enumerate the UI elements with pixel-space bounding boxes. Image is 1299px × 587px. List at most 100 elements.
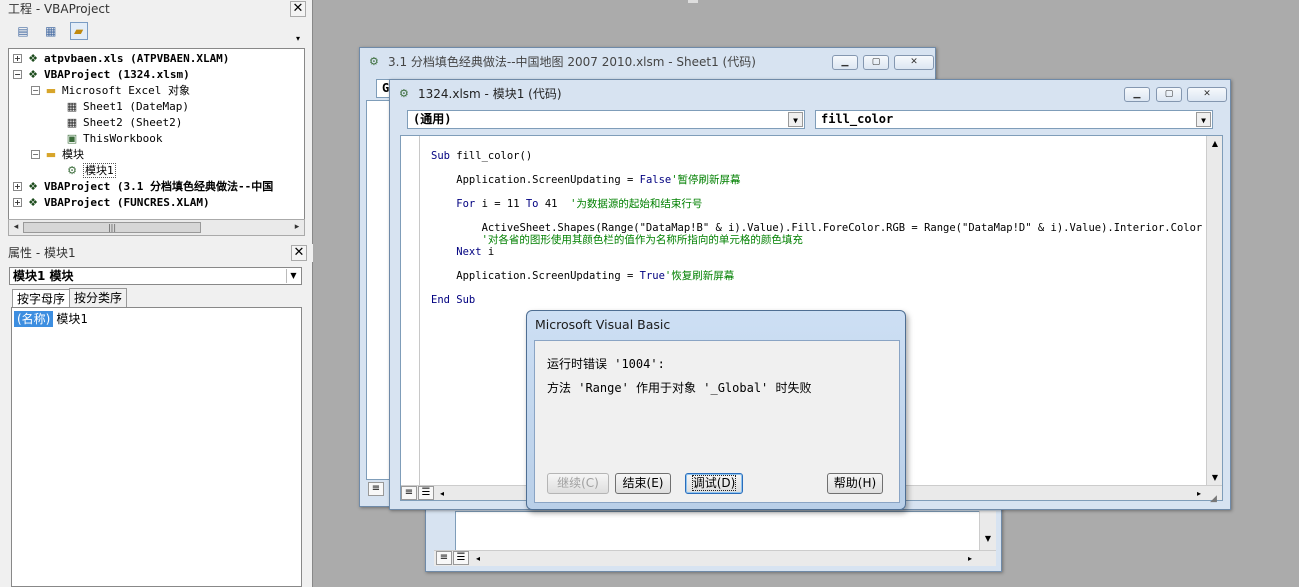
error-message-text: 方法 'Range' 作用于对象 '_Global' 时失败 — [547, 381, 812, 395]
tab-categorized[interactable]: 按分类序 — [69, 288, 128, 308]
lower-vscrollbar[interactable]: ▼ — [979, 511, 996, 551]
vba-project-icon: ❖ — [28, 196, 38, 209]
collapse-icon[interactable]: − — [31, 150, 40, 159]
full-module-view-icon[interactable]: ☰ — [418, 486, 434, 500]
code-line[interactable]: Application.ScreenUpdating = True'恢复刷新屏幕 — [431, 270, 734, 282]
scroll-left-icon[interactable]: ◂ — [434, 486, 450, 500]
scroll-right-icon[interactable]: ▸ — [1191, 486, 1207, 500]
scroll-right-icon[interactable]: ▸ — [290, 220, 304, 235]
sheet-icon: ▦ — [66, 100, 78, 113]
debug-button[interactable]: 调试(D) — [685, 473, 743, 494]
procedure-combo[interactable]: fill_color ▼ — [815, 110, 1213, 129]
tree-node-excel-objects[interactable]: − ▬ Microsoft Excel 对象 — [31, 83, 190, 99]
lower-code-area[interactable] — [455, 511, 995, 551]
property-value[interactable]: 模块1 — [53, 311, 87, 327]
properties-object-select[interactable]: 模块1 模块 ▼ — [9, 267, 302, 285]
properties-grid: (名称) 模块1 — [11, 307, 302, 587]
properties-tabs: 按字母序 按分类序 — [12, 288, 128, 309]
procedure-view-icon[interactable]: ≡ — [368, 482, 384, 496]
procedure-view-icon[interactable]: ≡ — [436, 551, 452, 565]
close-button[interactable]: ✕ — [1187, 87, 1227, 102]
tree-node-funcres[interactable]: + ❖ VBAProject (FUNCRES.XLAM) — [13, 195, 210, 211]
splitter-handle — [688, 0, 698, 3]
scroll-right-icon[interactable]: ▸ — [962, 551, 978, 566]
minimize-button[interactable]: ▁ — [832, 55, 858, 70]
tree-node-atpvbaen[interactable]: + ❖ atpvbaen.xls (ATPVBAEN.XLAM) — [13, 51, 229, 67]
collapse-icon[interactable]: − — [31, 86, 40, 95]
object-combo[interactable]: (通用) ▼ — [407, 110, 805, 129]
module-icon: ⚙ — [67, 164, 77, 177]
expand-icon[interactable]: + — [13, 182, 22, 191]
resize-grip-icon[interactable]: ◢ — [1210, 494, 1222, 506]
dialog-title: Microsoft Visual Basic — [535, 317, 671, 332]
toggle-folders-icon[interactable]: ▰ — [69, 22, 88, 40]
maximize-button[interactable]: ▢ — [1156, 87, 1182, 102]
margin-indicator-bar — [419, 136, 420, 486]
folder-icon: ▬ — [45, 148, 57, 161]
left-dock: 工程 - VBAProject ✕ ▤ ▦ ▰ ▾ + ❖ atpvbaen.xls… — [0, 0, 313, 587]
lower-hscrollbar[interactable]: ≡ ☰ ◂ ▸ — [434, 550, 996, 566]
tree-node-vbaproject-map[interactable]: + ❖ VBAProject (3.1 分档填色经典做法--中国 — [13, 179, 273, 195]
project-toolbar: ▤ ▦ ▰ — [14, 22, 94, 46]
code-line[interactable]: ActiveSheet.Shapes(Range("DataMap!B" & i… — [431, 222, 1203, 234]
collapse-icon[interactable]: − — [13, 70, 22, 79]
view-code-icon[interactable]: ▤ — [14, 22, 32, 40]
code-line[interactable]: Application.ScreenUpdating = False'暂停刷新屏… — [431, 174, 740, 186]
module-icon: ⚙ — [399, 87, 409, 100]
scroll-down-icon[interactable]: ▼ — [980, 531, 996, 546]
code-vscrollbar[interactable]: ▲ ▼ — [1206, 136, 1222, 486]
tab-alphabetic[interactable]: 按字母序 — [12, 289, 71, 309]
tree-node-vbaproject-1324[interactable]: − ❖ VBAProject (1324.xlsm) — [13, 67, 190, 83]
code-line[interactable]: '对各省的图形使用其颜色栏的值作为名称所指向的单元格的颜色填充 — [431, 234, 803, 246]
chevron-down-icon[interactable]: ▼ — [286, 269, 300, 283]
maximize-button[interactable]: ▢ — [863, 55, 889, 70]
chevron-down-icon[interactable]: ▼ — [788, 112, 803, 127]
properties-pane-close-button[interactable]: ✕ — [291, 245, 307, 261]
end-button[interactable]: 结束(E) — [615, 473, 671, 494]
property-key: (名称) — [14, 311, 54, 327]
minimize-button[interactable]: ▁ — [1124, 87, 1150, 102]
project-tree-hscrollbar[interactable]: ◂ ||| ▸ — [8, 219, 305, 236]
procedure-view-icon[interactable]: ≡ — [401, 486, 417, 500]
code-line[interactable]: Sub fill_color() — [431, 150, 532, 162]
vba-project-icon: ❖ — [28, 68, 38, 81]
scroll-left-icon[interactable]: ◂ — [9, 220, 23, 235]
error-code-text: 运行时错误 '1004': — [547, 357, 665, 371]
sheet-icon: ▦ — [66, 116, 78, 129]
vba-project-icon: ❖ — [28, 180, 38, 193]
chevron-down-icon[interactable]: ▼ — [1196, 112, 1211, 127]
folder-icon: ▬ — [45, 84, 57, 97]
tree-node-module1[interactable]: ⚙ 模块1 — [65, 163, 116, 179]
code-window-icon: ⚙ — [369, 55, 379, 68]
close-button[interactable]: ✕ — [894, 55, 934, 70]
help-button[interactable]: 帮助(H) — [827, 473, 883, 494]
scroll-down-icon[interactable]: ▼ — [1207, 470, 1222, 485]
properties-pane-title: 属性 - 模块1 — [0, 244, 313, 262]
properties-pane-header: 属性 - 模块1 ✕ — [0, 244, 313, 262]
tree-node-modules[interactable]: − ▬ 模块 — [31, 147, 84, 163]
scroll-left-icon[interactable]: ◂ — [470, 551, 486, 566]
project-pane-close-button[interactable]: ✕ — [290, 1, 306, 17]
view-object-icon[interactable]: ▦ — [42, 22, 60, 40]
tree-node-thisworkbook[interactable]: ▣ ThisWorkbook — [65, 131, 163, 147]
expand-icon[interactable]: + — [13, 54, 22, 63]
project-tree[interactable]: + ❖ atpvbaen.xls (ATPVBAEN.XLAM) − ❖ VBAProj… — [8, 48, 305, 220]
toolbar-overflow-icon[interactable]: ▾ — [296, 34, 304, 46]
scroll-thumb[interactable]: ||| — [23, 222, 201, 233]
project-pane-title: 工程 - VBAProject — [0, 0, 312, 18]
continue-button[interactable]: 继续(C) — [547, 473, 609, 494]
expand-icon[interactable]: + — [13, 198, 22, 207]
dialog-body: 运行时错误 '1004': 方法 'Range' 作用于对象 '_Global'… — [534, 340, 900, 503]
workbook-icon: ▣ — [66, 132, 78, 145]
scroll-up-icon[interactable]: ▲ — [1207, 136, 1222, 151]
code-line[interactable]: End Sub — [431, 294, 475, 306]
code-line[interactable]: Next i — [431, 246, 494, 258]
tree-node-sheet1[interactable]: ▦ Sheet1 (DateMap) — [65, 99, 189, 115]
property-row-name[interactable]: (名称) 模块1 — [14, 311, 88, 327]
vba-project-icon: ❖ — [28, 52, 38, 65]
error-dialog: Microsoft Visual Basic 运行时错误 '1004': 方法 … — [526, 310, 906, 510]
back-window-title: 3.1 分档填色经典做法--中国地图 2007 2010.xlsm - Shee… — [388, 55, 756, 69]
tree-node-sheet2[interactable]: ▦ Sheet2 (Sheet2) — [65, 115, 183, 131]
code-line[interactable]: For i = 11 To 41 '为数据源的起始和结束行号 — [431, 198, 702, 210]
full-module-view-icon[interactable]: ☰ — [453, 551, 469, 565]
